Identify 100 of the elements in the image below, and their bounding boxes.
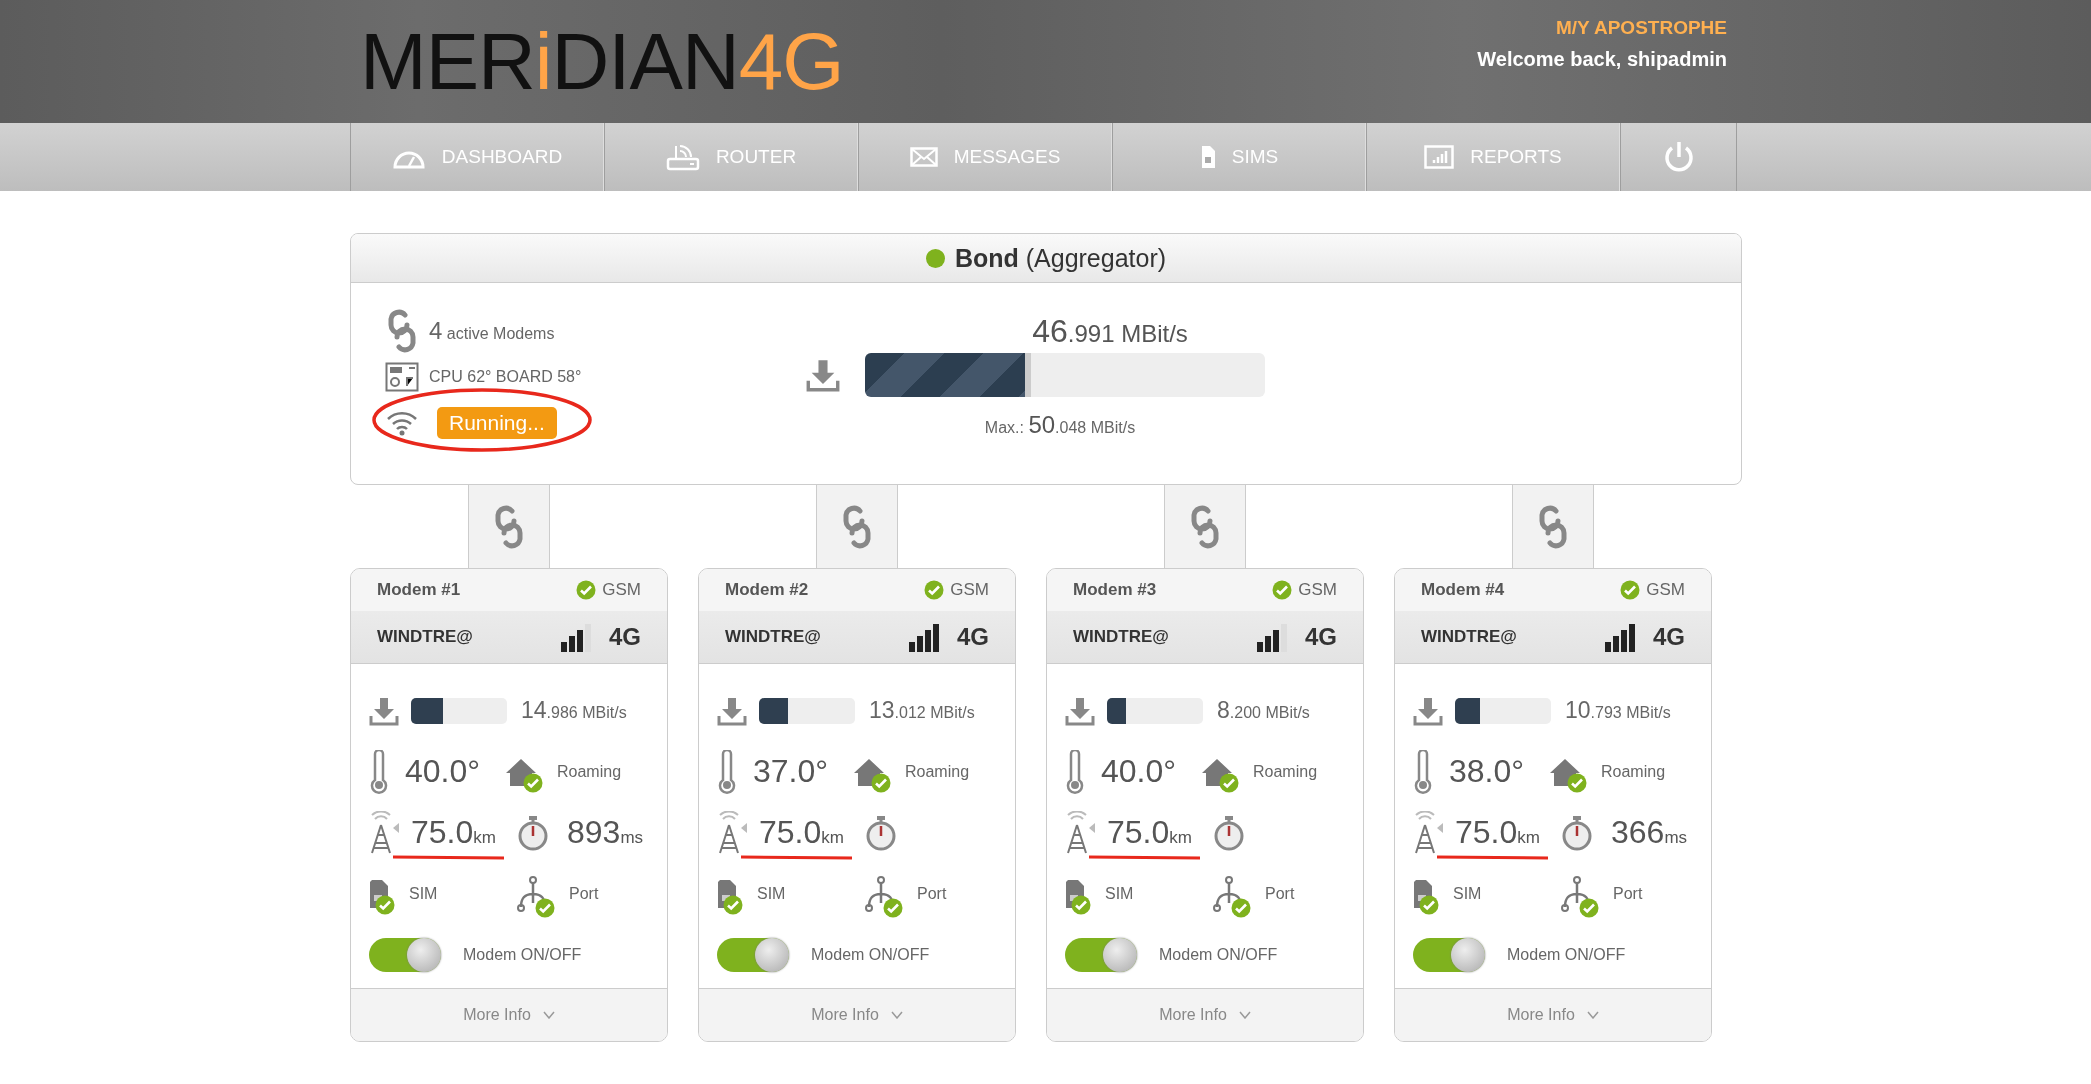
more-info-link[interactable]: More Info xyxy=(1159,1006,1251,1024)
download-icon xyxy=(1413,695,1443,726)
temperature-readout: CPU 62° BOARD 58° xyxy=(429,368,582,386)
roaming-label: Roaming xyxy=(1253,762,1318,781)
thermometer-icon xyxy=(1065,749,1085,794)
max-throughput: Max.: 50.048 MBit/s xyxy=(984,411,1136,439)
throughput-readout: 10.793 MBit/s xyxy=(1565,697,1671,724)
stopwatch-icon xyxy=(517,813,549,852)
port-label: Port xyxy=(917,884,947,903)
modem-toggle[interactable] xyxy=(717,937,789,972)
tower-distance: 75.0km xyxy=(411,814,496,851)
check-badge-icon xyxy=(1272,580,1293,600)
logo-text: i xyxy=(534,17,552,106)
check-badge-icon xyxy=(871,772,891,793)
network-type: GSM xyxy=(1298,580,1337,600)
router-icon xyxy=(665,143,700,171)
stopwatch-icon xyxy=(1213,813,1245,852)
envelope-icon xyxy=(909,147,938,167)
power-button[interactable] xyxy=(1620,123,1737,191)
check-badge-icon xyxy=(723,894,743,915)
network-type: GSM xyxy=(602,580,641,600)
check-badge-icon xyxy=(1620,580,1641,600)
stopwatch-icon xyxy=(1561,813,1593,852)
operator-name: WINDTRE@ xyxy=(1073,627,1170,647)
sim-label: SIM xyxy=(1105,884,1134,903)
port-label: Port xyxy=(569,884,599,903)
check-badge-icon xyxy=(535,897,555,918)
chevron-down-icon xyxy=(890,1011,903,1019)
sim-label: SIM xyxy=(409,884,438,903)
modem-toggle[interactable] xyxy=(369,937,441,972)
wifi-icon xyxy=(385,409,419,437)
check-badge-icon xyxy=(1231,897,1251,918)
check-badge-icon xyxy=(883,897,903,918)
toggle-label: Modem ON/OFF xyxy=(463,945,582,964)
sim-label: SIM xyxy=(1453,884,1482,903)
toggle-label: Modem ON/OFF xyxy=(1507,945,1626,964)
toggle-label: Modem ON/OFF xyxy=(1159,945,1278,964)
modem-name: Modem #3 xyxy=(1073,580,1158,600)
nav-tab[interactable]: MESSAGES xyxy=(858,123,1112,191)
nav-tab[interactable]: DASHBOARD xyxy=(350,123,604,191)
throughput-readout: 46.991 MBit/s xyxy=(1032,313,1188,351)
more-info-link[interactable]: More Info xyxy=(1507,1006,1599,1024)
operator-name: WINDTRE@ xyxy=(1421,627,1518,647)
stopwatch-icon xyxy=(865,813,897,852)
check-badge-icon xyxy=(1419,894,1439,915)
sim-label: SIM xyxy=(757,884,786,903)
modem-toggle[interactable] xyxy=(1065,937,1137,972)
tower-distance: 75.0km xyxy=(1107,814,1192,851)
welcome-text: Welcome back, shipadmin xyxy=(1477,48,1727,71)
chart-icon xyxy=(1424,145,1455,169)
check-badge-icon xyxy=(523,772,543,793)
nav-tab[interactable]: SIMS xyxy=(1112,123,1366,191)
roaming-label: Roaming xyxy=(905,762,970,781)
temperature-value: 37.0° xyxy=(753,753,829,790)
network-technology: 4G xyxy=(609,623,641,651)
chevron-down-icon xyxy=(1238,1011,1251,1019)
panel-title: Bond (Aggregator) xyxy=(954,243,1167,273)
chevron-down-icon xyxy=(1586,1011,1599,1019)
check-badge-icon xyxy=(576,580,597,600)
check-badge-icon xyxy=(1579,897,1599,918)
thermometer-icon xyxy=(1413,749,1433,794)
chevron-down-icon xyxy=(542,1011,555,1019)
download-icon xyxy=(717,695,747,726)
throughput-readout: 8.200 MBit/s xyxy=(1217,697,1310,724)
network-technology: 4G xyxy=(1653,623,1685,651)
logo-text: 4G xyxy=(738,17,844,106)
thermometer-icon xyxy=(369,749,389,794)
port-label: Port xyxy=(1613,884,1643,903)
active-modems-count: 4 active Modems xyxy=(429,317,555,345)
nav-tab[interactable]: REPORTS xyxy=(1366,123,1620,191)
download-icon xyxy=(1065,695,1095,726)
network-technology: 4G xyxy=(957,623,989,651)
logo-text: MER xyxy=(360,17,535,106)
latency-value: 893ms xyxy=(567,814,644,851)
check-badge-icon xyxy=(1071,894,1091,915)
throughput-readout: 14.986 MBit/s xyxy=(521,697,627,724)
toggle-label: Modem ON/OFF xyxy=(811,945,930,964)
check-badge-icon xyxy=(1219,772,1239,793)
more-info-link[interactable]: More Info xyxy=(811,1006,903,1024)
check-badge-icon xyxy=(1567,772,1587,793)
modem-name: Modem #4 xyxy=(1421,580,1506,600)
modem-toggle[interactable] xyxy=(1413,937,1485,972)
network-type: GSM xyxy=(1646,580,1685,600)
network-technology: 4G xyxy=(1305,623,1337,651)
throughput-readout: 13.012 MBit/s xyxy=(869,697,975,724)
download-icon xyxy=(369,695,399,726)
roaming-label: Roaming xyxy=(557,762,622,781)
logo-text: DIAN xyxy=(551,17,739,106)
thermometer-icon xyxy=(717,749,737,794)
more-info-link[interactable]: More Info xyxy=(463,1006,555,1024)
check-badge-icon xyxy=(924,580,945,600)
roaming-label: Roaming xyxy=(1601,762,1666,781)
vessel-name: M/Y APOSTROPHE xyxy=(1554,17,1727,39)
latency-value: 366ms xyxy=(1611,814,1688,851)
operator-name: WINDTRE@ xyxy=(725,627,822,647)
circuit-board-icon xyxy=(385,362,419,392)
sim-card-icon xyxy=(1199,145,1216,169)
port-label: Port xyxy=(1265,884,1295,903)
nav-tab[interactable]: ROUTER xyxy=(604,123,858,191)
tower-distance: 75.0km xyxy=(759,814,844,851)
